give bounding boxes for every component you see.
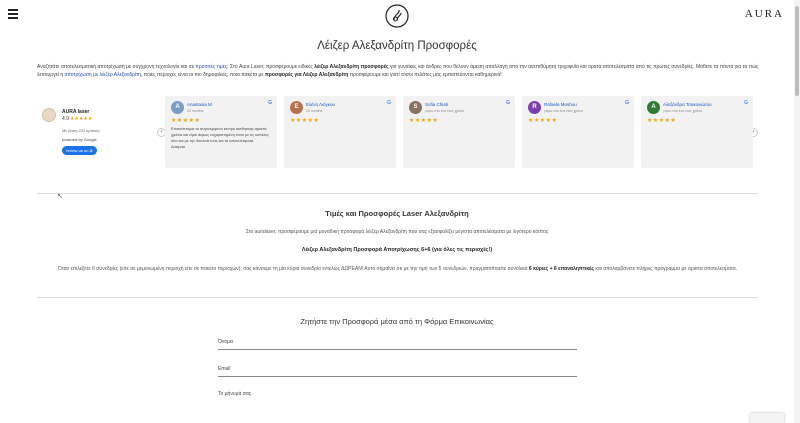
google-icon: G: [268, 100, 272, 106]
offers-title: Τιμές και Προσφορές Laser Αλεξανδρίτη: [325, 209, 469, 218]
reviewer-avatar: A: [647, 101, 660, 114]
review-date: 10 months: [306, 109, 323, 113]
review-date: γύρω στο ένα έτος χρόνο: [544, 109, 584, 113]
section-divider: [37, 193, 758, 194]
link-affordable-prices[interactable]: προσιτές τιμές: [195, 64, 227, 70]
google-icon: G: [625, 100, 629, 106]
reviewer-name[interactable]: Αλεξάνδρα Τσακονιώτου: [663, 102, 712, 107]
page: AURA Λέιζερ Αλεξανδρίτη Προσφορές Αναζητ…: [0, 0, 800, 423]
business-name: AURA laser: [62, 109, 90, 115]
google-icon: G: [387, 100, 391, 106]
offer-headline: Λέιζερ Αλεξανδρίτη Προσφορά Αποτρίχωσης …: [301, 247, 493, 253]
review-stars: ★★★★★: [409, 118, 439, 124]
aura-logo[interactable]: [385, 4, 409, 28]
message-field[interactable]: Το μήνυμά σας: [218, 389, 577, 423]
review-stars: ★★★★★: [290, 118, 320, 124]
review-stars: ★★★★★: [171, 118, 201, 124]
reviewer-name[interactable]: Ελένη Λιόγκου: [306, 102, 335, 107]
review-count: Με βάση 222 κριτικές: [62, 128, 100, 133]
rating-summary: AURA laser 4.9★★★★★ Με βάση 222 κριτικές…: [42, 108, 132, 168]
review-us-button[interactable]: review us on G: [62, 146, 97, 155]
menu-icon[interactable]: [8, 9, 18, 21]
reviewer-avatar: S: [409, 101, 422, 114]
brand-name[interactable]: AURA: [745, 8, 784, 20]
name-field[interactable]: Όνομα: [218, 337, 577, 350]
email-field[interactable]: Email: [218, 364, 577, 377]
scrollbar-thumb[interactable]: [795, 6, 799, 96]
review-date: γύρω στο ένα έτος χρόνο: [663, 109, 703, 113]
google-icon: G: [744, 100, 748, 106]
email-label: Email: [218, 366, 231, 372]
link-alexandrite-hair-removal[interactable]: αποτρίχωση με λέιζερ Αλεξανδρίτη: [65, 72, 141, 78]
review-card[interactable]: S Sofia Chiati γύρω στο ένα έτος χρόνο G…: [403, 96, 515, 168]
name-label: Όνομα: [218, 339, 233, 345]
review-stars: ★★★★★: [647, 118, 677, 124]
review-card[interactable]: A Anastasia M 10 months G ★★★★★ Επισκέπτ…: [165, 96, 277, 168]
review-card[interactable]: Ε Ελένη Λιόγκου 10 months G ★★★★★: [284, 96, 396, 168]
form-title: Ζητήστε την Προσφορά μέσα από τη Φόρμα Ε…: [300, 317, 494, 326]
offer-description: Όταν επιλέξετε 6 συνεδρίες (είτε σε μεμο…: [57, 266, 738, 272]
reviewer-avatar: A: [171, 101, 184, 114]
business-avatar: [42, 108, 56, 122]
google-icon: G: [506, 100, 510, 106]
recaptcha-badge[interactable]: [750, 413, 784, 423]
offers-subtitle: Στο auralaser, προσφέρουμε μια μοναδική …: [245, 229, 549, 235]
review-card[interactable]: A Αλεξάνδρα Τσακονιώτου γύρω στο ένα έτο…: [641, 96, 753, 168]
reviews-carousel: A Anastasia M 10 months G ★★★★★ Επισκέπτ…: [165, 96, 753, 168]
review-text: Επισκέπτομαι το συγκεκριμένο κέντρο αισθ…: [171, 127, 269, 149]
powered-by: powered by Google: [62, 137, 97, 142]
page-title: Λέιζερ Αλεξανδρίτη Προσφορές: [317, 40, 477, 52]
mouse-cursor-icon: ↖: [57, 193, 63, 200]
scrollbar[interactable]: [794, 0, 800, 423]
reviewer-name[interactable]: Rafaela Moshou: [544, 102, 577, 107]
message-label: Το μήνυμά σας: [218, 391, 252, 397]
review-stars: ★★★★★: [528, 118, 558, 124]
rating-stars: 4.9★★★★★: [62, 116, 93, 122]
review-date: γύρω στο ένα έτος χρόνο: [425, 109, 465, 113]
reviewer-name[interactable]: Anastasia M: [187, 102, 212, 107]
reviewer-name[interactable]: Sofia Chiati: [425, 102, 448, 107]
section-divider: [37, 297, 758, 298]
review-date: 10 months: [187, 109, 204, 113]
intro-paragraph: Αναζητάτε αποτελεσματική αποτρίχωση με σ…: [37, 64, 759, 78]
review-card[interactable]: R Rafaela Moshou γύρω στο ένα έτος χρόνο…: [522, 96, 634, 168]
reviewer-avatar: R: [528, 101, 541, 114]
reviewer-avatar: Ε: [290, 101, 303, 114]
